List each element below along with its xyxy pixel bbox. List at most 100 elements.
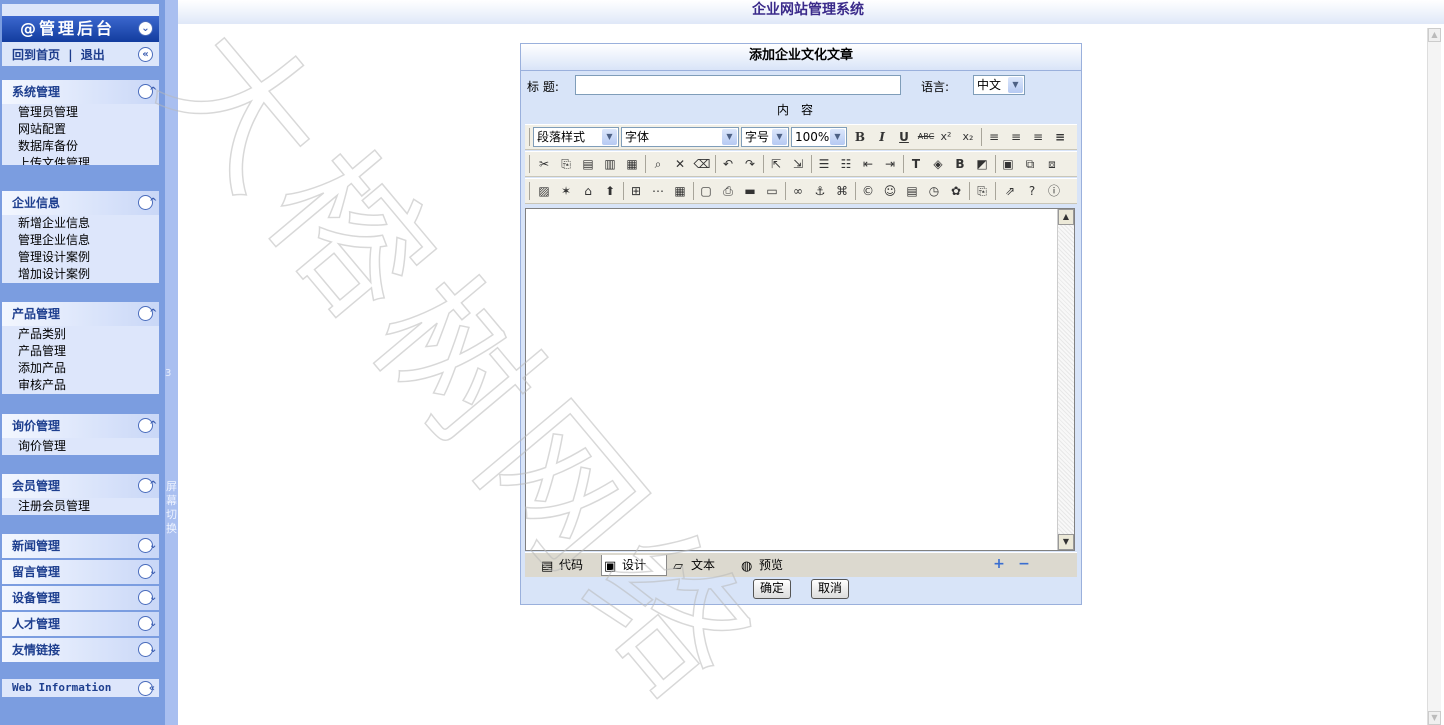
confirm-button[interactable]: 确定 [753, 579, 792, 599]
italic-icon[interactable]: I [873, 128, 891, 146]
zoom-select[interactable]: 100% ▼ [791, 127, 847, 147]
bring-forward-icon[interactable]: ⧉ [1021, 155, 1039, 173]
font-size-select[interactable]: 字号 ▼ [741, 127, 789, 147]
copy-icon[interactable]: ⎘ [557, 155, 575, 173]
select-all-icon[interactable]: ⇱ [767, 155, 785, 173]
sidebar-splitter[interactable]: 3 屏幕切换 [165, 0, 178, 725]
chevron-up-icon[interactable]: ^ [138, 418, 157, 433]
horizontal-rule-icon[interactable]: ▬ [741, 182, 759, 200]
fullscreen-icon[interactable]: ⇗ [1001, 182, 1019, 200]
scroll-down-icon[interactable]: ▼ [1058, 534, 1074, 550]
find-icon[interactable]: ⌕ [649, 155, 667, 173]
align-justify-icon[interactable]: ≡ [1051, 128, 1069, 146]
text-color-icon[interactable]: T [907, 155, 925, 173]
chevron-down-icon[interactable]: ⌄ [138, 564, 157, 579]
rich-text-editor[interactable]: ▲ ▼ [525, 208, 1075, 551]
remove-format-icon[interactable]: ◩ [973, 155, 991, 173]
block-color-icon[interactable]: B [951, 155, 969, 173]
shrink-editor-icon[interactable]: − [1015, 555, 1033, 573]
menu-item[interactable]: 产品类别 [2, 326, 159, 343]
bold-icon[interactable]: B [851, 128, 869, 146]
menu-item[interactable]: 询价管理 [2, 438, 159, 455]
menu-item[interactable]: 管理员管理 [2, 104, 159, 121]
insert-page-icon[interactable]: ⎙ [719, 182, 737, 200]
menu-title-system[interactable]: 系统管理 ^ [2, 80, 159, 104]
paste-text-icon[interactable]: ▥ [601, 155, 619, 173]
mode-tab-code[interactable]: ▤ 代码 [539, 555, 583, 575]
menu-item[interactable]: 管理企业信息 [2, 232, 159, 249]
menu-item[interactable]: 数据库备份 [2, 138, 159, 155]
menu-item[interactable]: 增加设计案例 [2, 266, 159, 283]
paragraph-style-select[interactable]: 段落样式 ▼ [533, 127, 619, 147]
insert-time-icon[interactable]: ◷ [925, 182, 943, 200]
menu-item[interactable]: 管理设计案例 [2, 249, 159, 266]
menu-item[interactable]: 注册会员管理 [2, 498, 159, 515]
page-scrollbar[interactable]: ▲ ▼ [1427, 28, 1441, 725]
chevron-down-icon[interactable]: ⌄ [138, 616, 157, 631]
unordered-list-icon[interactable]: ☷ [837, 155, 855, 173]
insert-date-icon[interactable]: ▤ [903, 182, 921, 200]
chevron-up-icon[interactable]: ^ [138, 84, 157, 99]
menu-title-inquiry[interactable]: 询价管理 ^ [2, 414, 159, 438]
insert-anchor-icon[interactable]: ⚓ [811, 182, 829, 200]
menu-title-equipment[interactable]: 设备管理 ⌄ [2, 586, 159, 610]
screen-switch-button[interactable]: 屏幕切换 [165, 480, 178, 536]
menu-title-members[interactable]: 会员管理 ^ [2, 474, 159, 498]
menu-item[interactable]: 上传文件管理 [2, 155, 159, 165]
superscript-icon[interactable]: x² [937, 128, 955, 146]
menu-title-links[interactable]: 友情链接 ⌄ [2, 638, 159, 662]
scroll-up-icon[interactable]: ▲ [1058, 209, 1074, 225]
emoticon-icon[interactable]: ☺ [881, 182, 899, 200]
send-backward-icon[interactable]: ⧈ [1043, 155, 1061, 173]
align-left-icon[interactable]: ≡ [985, 128, 1003, 146]
chevron-down-icon[interactable]: ⌄ [138, 642, 157, 657]
chevron-up-icon[interactable]: ^ [138, 306, 157, 321]
menu-title-talent[interactable]: 人才管理 ⌄ [2, 612, 159, 636]
outdent-icon[interactable]: ⇤ [859, 155, 877, 173]
table-properties-icon[interactable]: ⋯ [649, 182, 667, 200]
absolute-position-icon[interactable]: ▣ [999, 155, 1017, 173]
language-select[interactable]: 中文 ▼ [973, 75, 1025, 95]
insert-marquee-icon[interactable]: ▭ [763, 182, 781, 200]
unlink-icon[interactable]: ⌘ [833, 182, 851, 200]
align-right-icon[interactable]: ≡ [1029, 128, 1047, 146]
header-toggle-icon[interactable]: ⌄ [138, 21, 153, 36]
table-cell-icon[interactable]: ▦ [671, 182, 689, 200]
chevron-up-icon[interactable]: ^ [138, 195, 157, 210]
redo-icon[interactable]: ↷ [741, 155, 759, 173]
home-link[interactable]: 回到首页 [12, 48, 60, 62]
enlarge-editor-icon[interactable]: + [990, 555, 1008, 573]
collapse-sidebar-icon[interactable]: « [138, 47, 153, 62]
menu-title-products[interactable]: 产品管理 ^ [2, 302, 159, 326]
paste-word-icon[interactable]: ▦ [623, 155, 641, 173]
page-properties-icon[interactable]: ⎘ [973, 182, 991, 200]
scroll-up-icon[interactable]: ▲ [1428, 28, 1441, 42]
menu-title-messages[interactable]: 留言管理 ⌄ [2, 560, 159, 584]
unselect-icon[interactable]: ⇲ [789, 155, 807, 173]
menu-item[interactable]: 审核产品 [2, 377, 159, 394]
insert-flash-icon[interactable]: ✶ [557, 182, 575, 200]
menu-item[interactable]: 网站配置 [2, 121, 159, 138]
editor-scrollbar[interactable]: ▲ ▼ [1057, 209, 1074, 550]
delete-icon[interactable]: ✕ [671, 155, 689, 173]
paste-icon[interactable]: ▤ [579, 155, 597, 173]
mode-tab-text[interactable]: ▱ 文本 [671, 555, 715, 575]
chevron-down-icon[interactable]: ⌄ [138, 590, 157, 605]
insert-link-icon[interactable]: ∞ [789, 182, 807, 200]
indent-icon[interactable]: ⇥ [881, 155, 899, 173]
align-center-icon[interactable]: ≡ [1007, 128, 1025, 146]
menu-item[interactable]: 产品管理 [2, 343, 159, 360]
web-information[interactable]: Web Information « [2, 679, 159, 697]
underline-icon[interactable]: U [895, 128, 913, 146]
menu-item[interactable]: 新增企业信息 [2, 215, 159, 232]
insert-symbol-icon[interactable]: ✿ [947, 182, 965, 200]
help-icon[interactable]: ? [1023, 182, 1041, 200]
background-color-icon[interactable]: ◈ [929, 155, 947, 173]
insert-media-icon[interactable]: ⌂ [579, 182, 597, 200]
mode-tab-preview[interactable]: ◍ 预览 [739, 555, 783, 575]
collapse-info-icon[interactable]: « [138, 681, 155, 696]
chevron-up-icon[interactable]: ^ [138, 478, 157, 493]
special-char-icon[interactable]: © [859, 182, 877, 200]
cancel-button[interactable]: 取消 [811, 579, 850, 599]
menu-item[interactable]: 添加产品 [2, 360, 159, 377]
